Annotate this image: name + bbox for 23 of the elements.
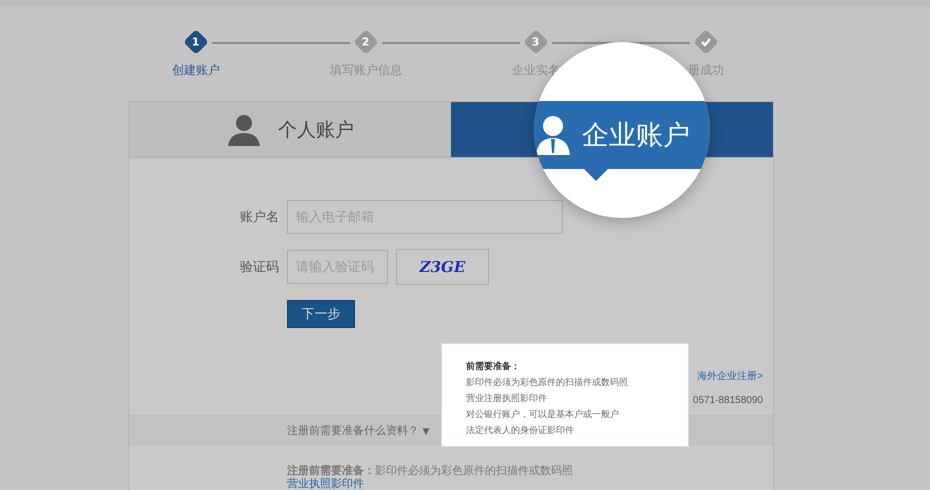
- tooltip-line: 对公银行账户，可以是基本户或一般户: [466, 408, 620, 422]
- tooltip-line: 法定代表人的身份证影印件: [466, 424, 575, 438]
- step-marker: 1: [183, 29, 209, 55]
- requirement-link[interactable]: 营业执照影印件: [287, 477, 773, 490]
- captcha-image[interactable]: Z3GE: [396, 249, 489, 285]
- tooltip-line: 营业注册执照影印件: [466, 392, 548, 406]
- step-label: 册成功: [688, 62, 724, 79]
- overseas-link[interactable]: 海外企业注册>: [697, 369, 763, 383]
- person-icon: [226, 114, 262, 146]
- tooltip-title: 前需要准备：: [466, 360, 521, 374]
- check-icon: [700, 36, 712, 48]
- step-label: 创建账户: [172, 62, 220, 79]
- field-label: 验证码: [239, 259, 279, 276]
- step-label: 填写账户信息: [330, 62, 402, 79]
- tooltip-line: 影印件必须为彩色原件的扫描件或数码照: [466, 376, 629, 390]
- requirements-text: 注册前需要准备：影印件必须为彩色原件的扫描件或数码照: [287, 464, 574, 477]
- faq-toggle[interactable]: 注册前需要准备什么资料？ ▼: [287, 422, 430, 438]
- field-label: 账户名: [239, 209, 279, 226]
- phone-number: 0571-88158090: [692, 395, 763, 406]
- step-marker: 2: [353, 29, 379, 55]
- selected-tab-label: 企业账户: [582, 119, 690, 153]
- account-tab[interactable]: 个人账户: [129, 102, 451, 158]
- next-button[interactable]: 下一步: [287, 300, 355, 328]
